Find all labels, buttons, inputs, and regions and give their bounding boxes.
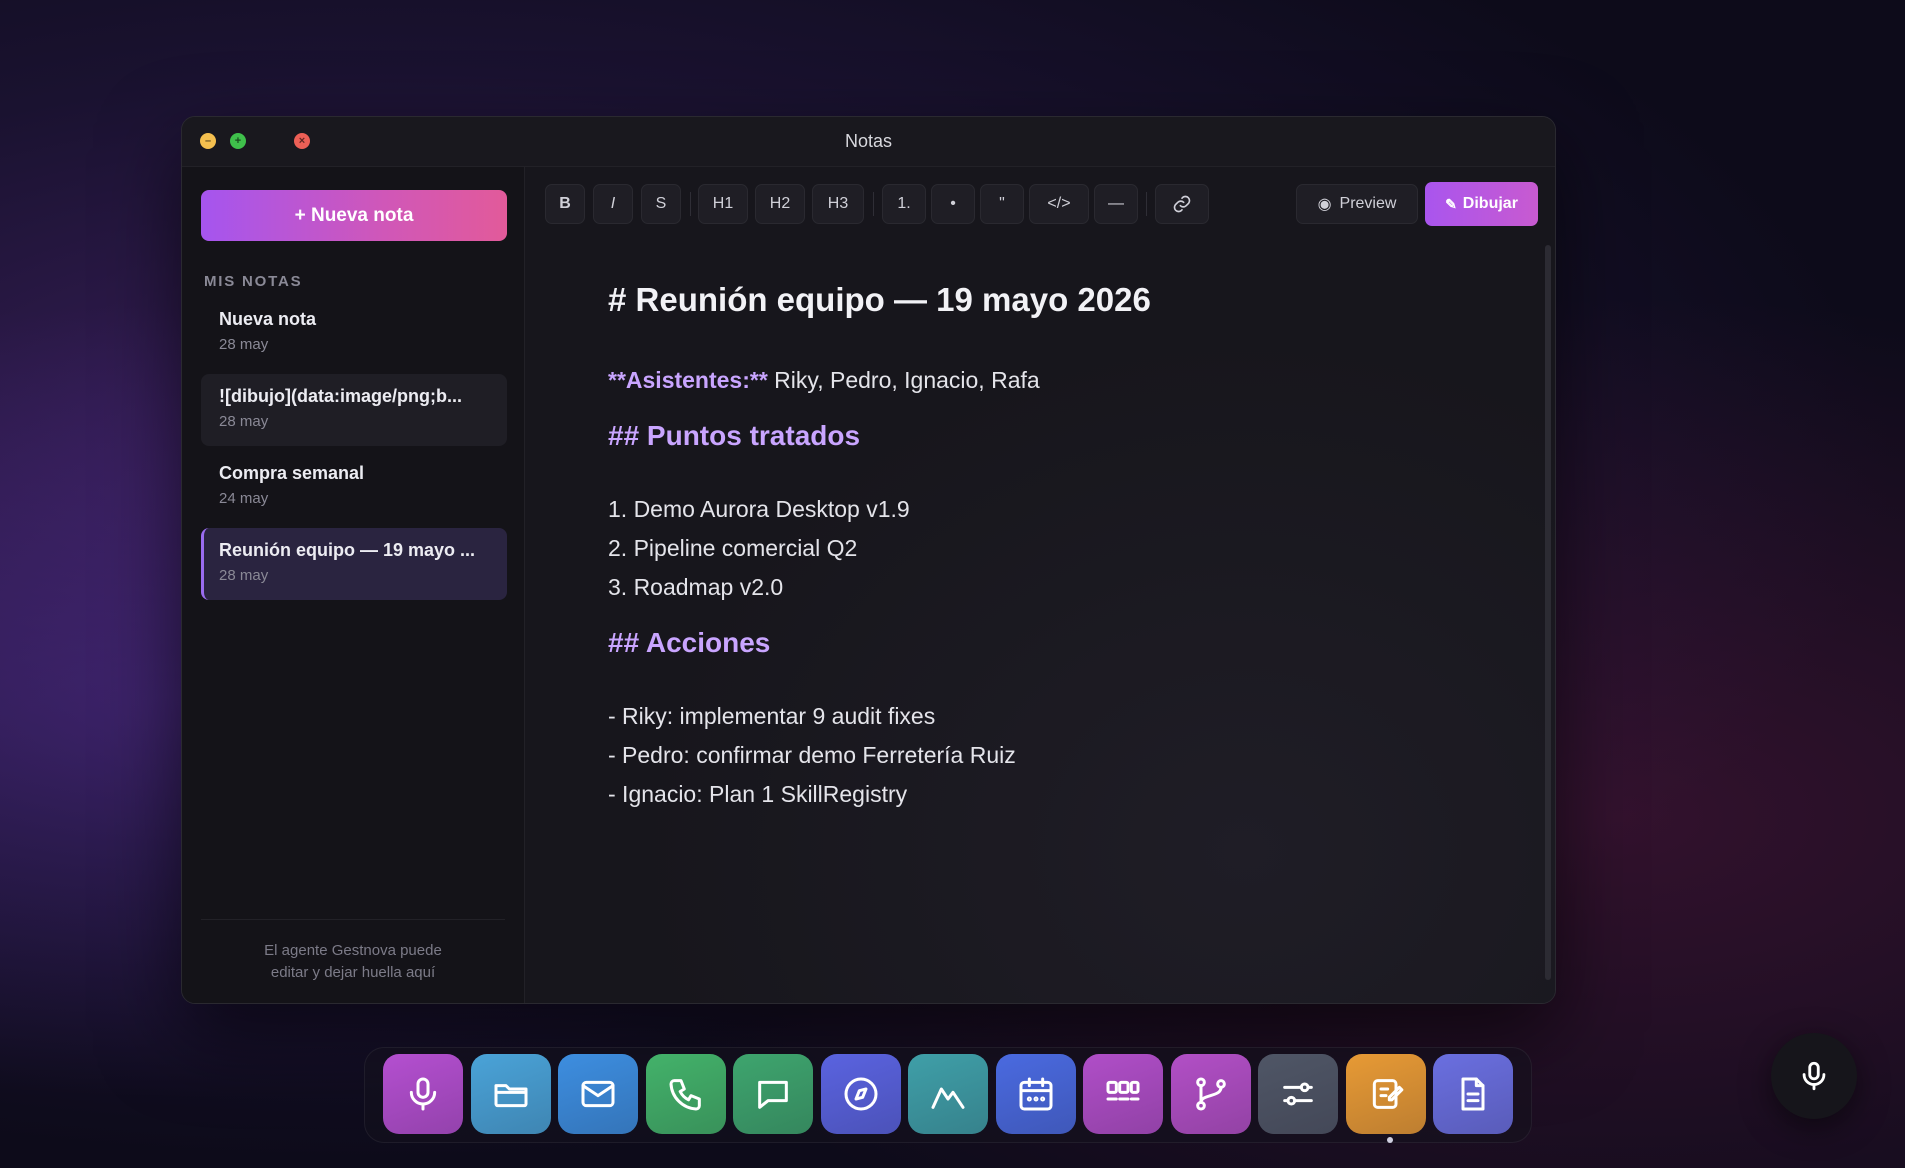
- dock-app-folder[interactable]: [470, 1054, 551, 1134]
- calendar-icon: [1019, 1077, 1052, 1111]
- dock-app-microphone[interactable]: [383, 1054, 463, 1134]
- editor-scrollbar[interactable]: [1545, 245, 1551, 980]
- toolbar-divider: [873, 192, 874, 216]
- dock-app-chat[interactable]: [733, 1054, 813, 1134]
- note-title: Reunión equipo — 19 mayo ...: [219, 540, 476, 560]
- eye-icon: ◉: [1317, 196, 1332, 213]
- italic-button[interactable]: I: [593, 184, 633, 224]
- dock-app-kanban[interactable]: [1083, 1054, 1163, 1134]
- agent-note-line: editar y dejar huella aquí: [270, 964, 436, 981]
- chat-icon: [758, 1080, 788, 1109]
- dock-app-mail[interactable]: [558, 1054, 638, 1134]
- section-heading: ## Acciones: [608, 627, 771, 658]
- list-line: 3. Roadmap v2.0: [608, 574, 784, 600]
- list-line: - Ignacio: Plan 1 SkillRegistry: [608, 781, 908, 807]
- h1-button[interactable]: H1: [698, 184, 748, 224]
- voice-button[interactable]: [1771, 1033, 1857, 1119]
- code-button[interactable]: </>: [1029, 184, 1089, 224]
- dock-app-phone[interactable]: [645, 1054, 726, 1134]
- draw-label: Dibujar: [1462, 195, 1518, 212]
- note-title: ![dibujo](data:image/png;b...: [219, 386, 462, 406]
- quote-button[interactable]: ": [980, 184, 1024, 224]
- dock-app-document[interactable]: [1433, 1054, 1513, 1134]
- document-icon: [1461, 1077, 1485, 1111]
- note-date: 24 may: [219, 490, 269, 507]
- agent-note: El agente Gestnova puede editar y dejar …: [201, 919, 505, 1003]
- note-date: 28 may: [219, 567, 269, 584]
- microphone-icon: [409, 1077, 437, 1111]
- notes-window: – + × Notas + Nueva nota MIS NOTAS Nueva…: [181, 116, 1556, 1004]
- list-item[interactable]: Nueva nota 28 may: [201, 297, 507, 369]
- dock-app-git-branch[interactable]: [1170, 1054, 1251, 1134]
- strikethrough-button[interactable]: S: [641, 184, 681, 224]
- kanban-icon: [1106, 1080, 1140, 1101]
- link-button[interactable]: [1155, 184, 1209, 224]
- horizontal-rule-button[interactable]: —: [1094, 184, 1138, 224]
- notes-icon: [1372, 1079, 1403, 1109]
- list-line: - Riky: implementar 9 audit fixes: [608, 703, 936, 729]
- pencil-icon: ✎: [1445, 195, 1457, 212]
- list-item[interactable]: ![dibujo](data:image/png;b... 28 may: [201, 374, 507, 446]
- note-list: Nueva nota 28 may ![dibujo](data:image/p…: [201, 297, 507, 605]
- preview-label: Preview: [1339, 195, 1397, 212]
- compass-icon: [844, 1077, 877, 1111]
- dock-app-notes[interactable]: [1345, 1054, 1426, 1134]
- settings-sliders-icon: [1283, 1082, 1313, 1106]
- draw-button[interactable]: ✎ Dibujar: [1425, 182, 1538, 226]
- active-app-indicator: [1387, 1137, 1393, 1143]
- markdown-editor[interactable]: # Reunión equipo — 19 mayo 2026 **Asiste…: [525, 241, 1555, 1003]
- attendees-line: **Asistentes:** Riky, Pedro, Ignacio, Ra…: [608, 361, 1555, 400]
- note-title: Compra semanal: [219, 463, 365, 483]
- list-item[interactable]: Compra semanal 24 may: [201, 451, 507, 523]
- format-toolbar: B I S H1 H2 H3 1. • " </> — ◉ Preview ✎ …: [525, 167, 1555, 241]
- phone-icon: [669, 1079, 701, 1111]
- list-line: 1. Demo Aurora Desktop v1.9: [608, 496, 910, 522]
- toolbar-divider: [1146, 192, 1147, 216]
- bullet-list-button[interactable]: •: [931, 184, 975, 224]
- link-icon: [1173, 195, 1191, 213]
- sidebar: + Nueva nota MIS NOTAS Nueva nota 28 may…: [182, 167, 525, 1003]
- new-note-button[interactable]: + Nueva nota: [201, 190, 507, 241]
- note-date: 28 may: [219, 336, 269, 353]
- h3-button[interactable]: H3: [812, 184, 864, 224]
- microphone-icon: [1802, 1061, 1826, 1091]
- minimize-button[interactable]: –: [200, 133, 216, 149]
- note-date: 28 may: [219, 413, 269, 430]
- attendees-key: **Asistentes:**: [608, 367, 768, 393]
- dock-app-calendar[interactable]: [995, 1054, 1076, 1134]
- section-label: MIS NOTAS: [204, 273, 303, 290]
- dock-app-settings-sliders[interactable]: [1258, 1054, 1338, 1134]
- git-branch-icon: [1195, 1077, 1226, 1111]
- h2-button[interactable]: H2: [755, 184, 805, 224]
- dock-app-chart[interactable]: [908, 1054, 988, 1134]
- title-bar: – + × Notas: [182, 117, 1555, 167]
- maximize-button[interactable]: +: [230, 133, 246, 149]
- attendees-value: Riky, Pedro, Ignacio, Rafa: [767, 367, 1040, 393]
- app-dock: [364, 1047, 1532, 1143]
- list-item-selected[interactable]: Reunión equipo — 19 mayo ... 28 may: [201, 528, 507, 600]
- note-heading: # Reunión equipo — 19 mayo 2026: [608, 281, 1151, 318]
- close-button[interactable]: ×: [294, 133, 310, 149]
- chart-icon: [931, 1087, 965, 1109]
- section-heading: ## Puntos tratados: [608, 420, 861, 451]
- mail-icon: [581, 1080, 615, 1108]
- toolbar-divider: [690, 192, 691, 216]
- dock-app-compass[interactable]: [820, 1054, 901, 1134]
- preview-button[interactable]: ◉ Preview: [1296, 184, 1418, 224]
- note-title: Nueva nota: [219, 309, 317, 329]
- list-line: 2. Pipeline comercial Q2: [608, 535, 858, 561]
- list-line: - Pedro: confirmar demo Ferretería Ruiz: [608, 742, 1016, 768]
- ordered-list-button[interactable]: 1.: [882, 184, 926, 224]
- folder-icon: [494, 1084, 527, 1108]
- window-title: Notas: [844, 131, 893, 151]
- bold-button[interactable]: B: [545, 184, 585, 224]
- agent-note-line: El agente Gestnova puede: [264, 942, 442, 959]
